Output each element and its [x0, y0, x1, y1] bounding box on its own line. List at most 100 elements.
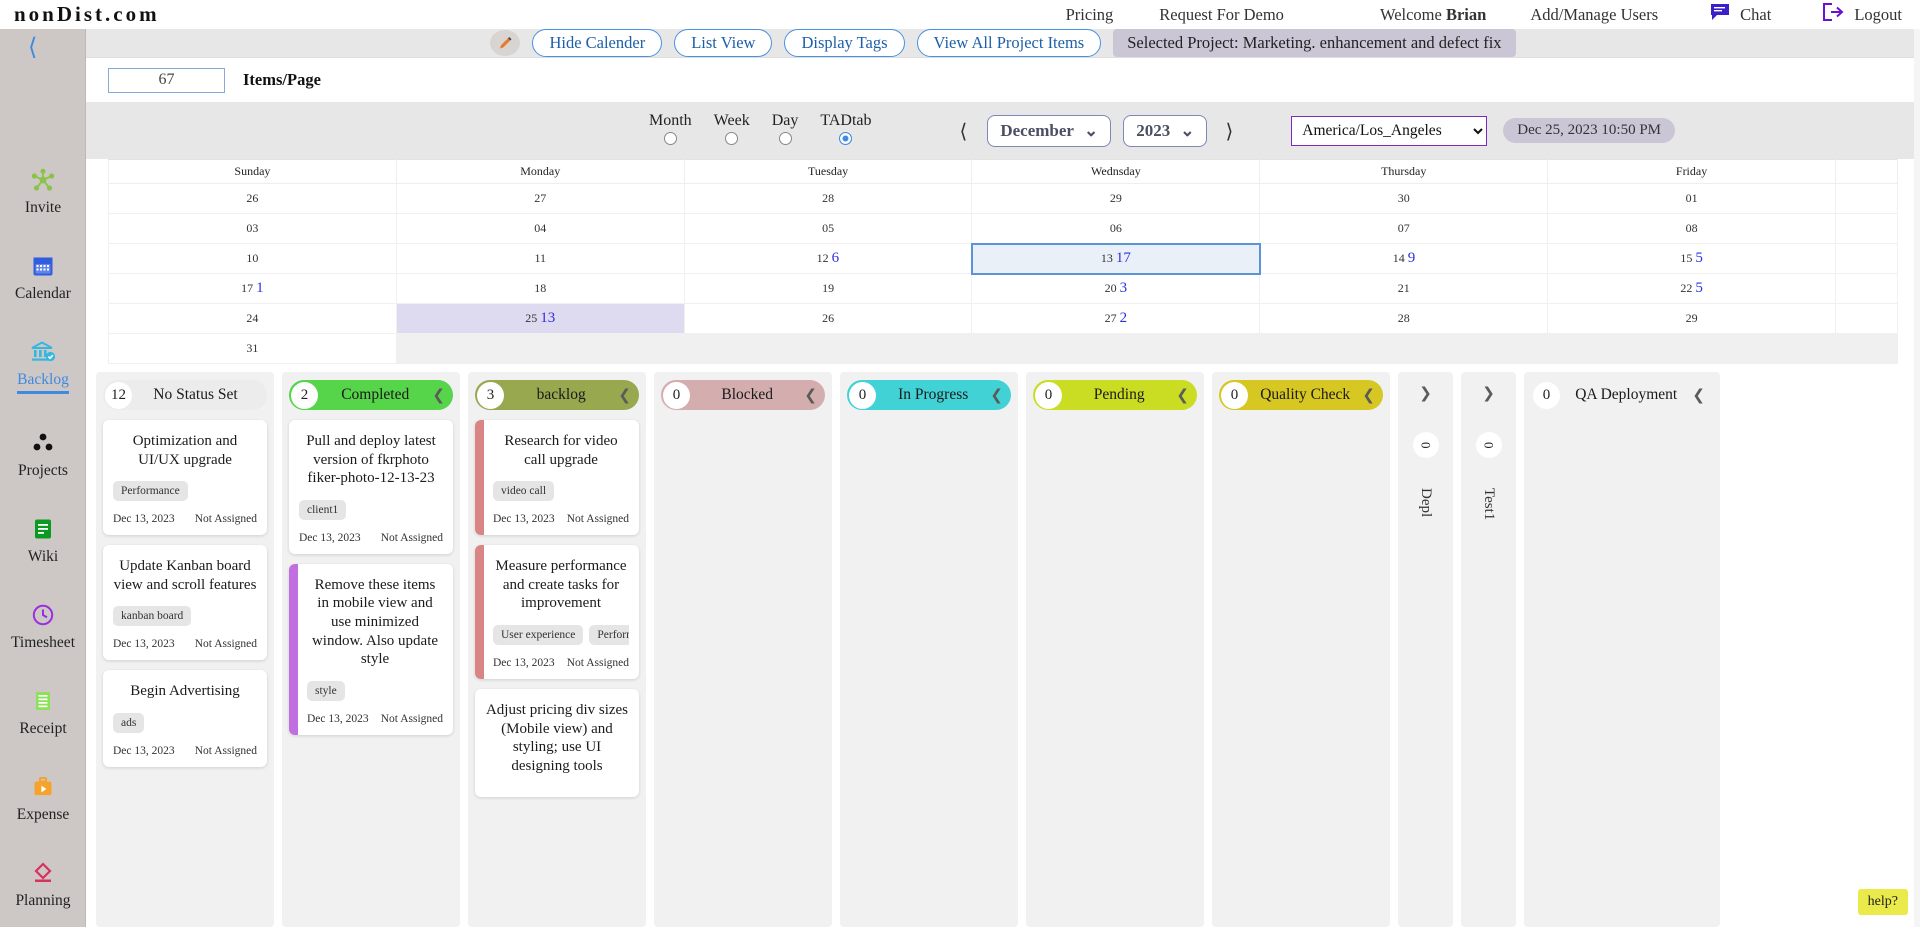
calendar-day-cell[interactable]	[1835, 213, 1898, 244]
sidebar-collapse-icon[interactable]: ⟨	[28, 35, 37, 59]
nav-chat[interactable]: Chat	[1710, 3, 1771, 26]
kanban-column-header[interactable]: 0 Pending ❮	[1033, 380, 1197, 410]
year-dropdown[interactable]: 2023 ⌄	[1123, 114, 1208, 147]
pencil-edit-icon[interactable]	[490, 30, 521, 56]
calendar-day-cell[interactable]: 17 1	[108, 273, 397, 304]
calendar-day-cell[interactable]: 26	[108, 183, 397, 214]
kanban-column-header[interactable]: 0 In Progress ❮	[847, 380, 1011, 410]
items-per-page-input[interactable]	[108, 67, 225, 93]
kanban-card[interactable]: Optimization and UI/UX upgrade Performanc…	[103, 420, 267, 536]
sidebar-item-planning[interactable]: Planning	[0, 860, 86, 910]
chevron-left-icon[interactable]: ❮	[618, 386, 631, 404]
brand-logo[interactable]: nonDist.com	[0, 2, 160, 27]
calendar-day-cell[interactable]: 27 2	[971, 303, 1261, 334]
calendar-day-cell[interactable]	[1835, 183, 1898, 214]
sidebar-item-wiki[interactable]: Wiki	[0, 516, 86, 566]
calendar-day-cell[interactable]: 13 17	[970, 242, 1261, 275]
sidebar-item-invite[interactable]: Invite	[0, 167, 86, 217]
calendar-day-cell[interactable]: 27	[395, 183, 685, 214]
calendar-day-cell[interactable]: 26	[683, 303, 973, 334]
view-mode-week[interactable]: Week	[714, 112, 750, 150]
radio-day[interactable]	[778, 131, 792, 145]
kanban-card[interactable]: Remove these items in mobile view and us…	[289, 563, 453, 735]
calendar-day-cell[interactable]: 15 5	[1547, 243, 1836, 274]
kanban-card[interactable]: Begin Advertising ads Dec 13, 2023 Not Assi…	[103, 670, 267, 767]
kanban-card[interactable]: Adjust pricing div sizes (Mobile view) a…	[475, 688, 639, 798]
view-mode-month[interactable]: Month	[649, 112, 692, 150]
calendar-day-cell[interactable]: 06	[971, 213, 1261, 244]
radio-week[interactable]	[725, 131, 739, 145]
hide-calendar-button[interactable]: Hide Calender	[532, 29, 663, 57]
card-tag[interactable]: video call	[493, 481, 555, 502]
calendar-day-cell[interactable]: 28	[1259, 303, 1549, 334]
radio-tadtab[interactable]	[839, 131, 853, 145]
nav-add-manage-users[interactable]: Add/Manage Users	[1530, 5, 1658, 25]
card-tag[interactable]: Performance	[589, 624, 629, 645]
radio-month[interactable]	[663, 131, 677, 145]
kanban-column-header[interactable]: 12 No Status Set	[103, 380, 267, 410]
sidebar-item-calendar[interactable]: Calendar	[0, 253, 86, 303]
sidebar-item-projects[interactable]: Projects	[0, 430, 86, 480]
calendar-day-cell[interactable]: 07	[1259, 213, 1549, 244]
calendar-day-cell[interactable]: 20 3	[971, 273, 1261, 304]
calendar-day-cell[interactable]: 25 13	[395, 303, 685, 334]
sidebar-item-expense[interactable]: Expense	[0, 774, 86, 824]
list-view-button[interactable]: List View	[674, 29, 773, 57]
nav-request-demo[interactable]: Request For Demo	[1159, 5, 1284, 25]
calendar-day-cell[interactable]: 18	[395, 273, 685, 304]
calendar-day-cell[interactable]: 10	[108, 243, 397, 274]
next-month-icon[interactable]: ⟩	[1225, 119, 1233, 143]
chevron-left-icon[interactable]: ❮	[432, 386, 445, 404]
calendar-day-cell[interactable]: 01	[1547, 183, 1836, 214]
chevron-left-icon[interactable]: ❮	[1692, 386, 1705, 404]
kanban-card[interactable]: Update Kanban board view and scroll feat…	[103, 545, 267, 661]
card-tag[interactable]: ads	[113, 712, 145, 733]
calendar-day-cell[interactable]: 22 5	[1547, 273, 1836, 304]
sidebar-item-timesheet[interactable]: Timesheet	[0, 602, 86, 652]
calendar-day-cell[interactable]: 08	[1547, 213, 1836, 244]
display-tags-button[interactable]: Display Tags	[784, 29, 905, 57]
calendar-day-cell[interactable]: 31	[108, 333, 397, 364]
calendar-day-cell[interactable]: 05	[683, 213, 973, 244]
calendar-day-cell[interactable]: 19	[683, 273, 973, 304]
card-tag[interactable]: client1	[299, 499, 347, 520]
calendar-day-cell[interactable]: 12 6	[683, 243, 973, 274]
prev-month-icon[interactable]: ⟨	[960, 119, 968, 143]
nav-pricing[interactable]: Pricing	[1066, 5, 1114, 25]
card-tag[interactable]: User experience	[493, 624, 584, 645]
calendar-day-cell[interactable]: 21	[1259, 273, 1549, 304]
help-button[interactable]: help?	[1857, 889, 1908, 915]
calendar-day-cell[interactable]: 28	[683, 183, 973, 214]
calendar-day-cell[interactable]: 14 9	[1259, 243, 1549, 274]
view-mode-day[interactable]: Day	[772, 112, 798, 150]
card-tag[interactable]: style	[307, 680, 345, 701]
view-all-project-items-button[interactable]: View All Project Items	[916, 29, 1102, 57]
kanban-card[interactable]: Research for video call upgrade video cal…	[475, 420, 639, 536]
calendar-day-cell[interactable]: 03	[108, 213, 397, 244]
calendar-day-cell[interactable]	[1835, 303, 1898, 334]
kanban-column-header[interactable]: 2 Completed ❮	[289, 380, 453, 410]
sidebar-item-receipt[interactable]: Receipt	[0, 688, 86, 738]
kanban-column-header[interactable]: 0 QA Deployment ❮	[1531, 380, 1713, 410]
card-tag[interactable]: kanban board	[113, 606, 192, 627]
calendar-day-cell[interactable]: 30	[1259, 183, 1549, 214]
kanban-card[interactable]: Pull and deploy latest version of fkrpho…	[289, 420, 453, 554]
calendar-day-cell[interactable]: 29	[1547, 303, 1836, 334]
month-dropdown[interactable]: December ⌄	[987, 114, 1112, 147]
chevron-left-icon[interactable]: ❮	[1362, 386, 1375, 404]
sidebar-item-backlog[interactable]: Backlog	[0, 339, 86, 394]
kanban-column-header[interactable]: 0 Blocked ❮	[661, 380, 825, 410]
calendar-day-cell[interactable]	[1835, 273, 1898, 304]
card-tag[interactable]: Performance	[113, 481, 188, 502]
calendar-day-cell[interactable]: 11	[395, 243, 685, 274]
chevron-left-icon[interactable]: ❮	[804, 386, 817, 404]
timezone-select[interactable]: America/Los_Angeles	[1291, 115, 1488, 146]
nav-logout[interactable]: Logout	[1823, 3, 1902, 26]
chevron-right-icon[interactable]: ❯	[1482, 384, 1495, 402]
chevron-left-icon[interactable]: ❮	[1176, 386, 1189, 404]
page-scrollbar[interactable]	[1914, 29, 1920, 927]
calendar-day-cell[interactable]: 24	[108, 303, 397, 334]
calendar-day-cell[interactable]	[1835, 243, 1898, 274]
kanban-card[interactable]: Measure performance and create tasks for…	[475, 545, 639, 679]
chevron-right-icon[interactable]: ❯	[1419, 384, 1432, 402]
